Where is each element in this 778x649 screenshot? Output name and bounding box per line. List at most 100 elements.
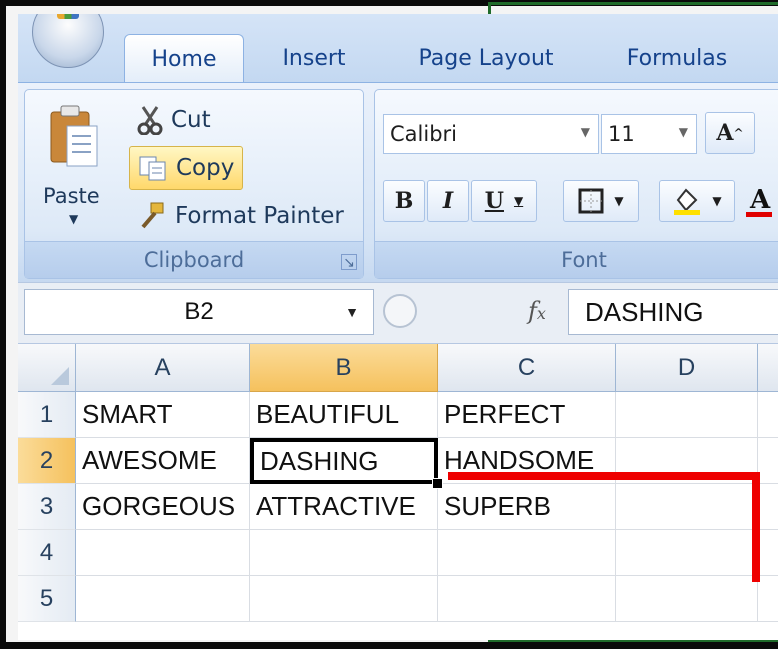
cell-e1[interactable]: [758, 392, 778, 438]
name-box-value: B2: [184, 298, 214, 325]
grow-font-button[interactable]: A ^: [705, 112, 755, 154]
copy-icon: [139, 156, 166, 181]
font-color-button[interactable]: A: [739, 180, 778, 222]
bold-button[interactable]: B: [383, 180, 425, 222]
cut-label: Cut: [171, 107, 211, 133]
tab-home[interactable]: Home: [124, 34, 244, 83]
cell-b3[interactable]: ATTRACTIVE: [250, 484, 438, 530]
paste-dropdown-icon[interactable]: ▼: [69, 212, 78, 226]
cell-b2[interactable]: DASHING: [250, 438, 438, 484]
cell-e3[interactable]: [758, 484, 778, 530]
clipboard-title-text: Clipboard: [143, 248, 245, 272]
borders-button[interactable]: ▼: [563, 180, 639, 222]
cell-a2[interactable]: AWESOME: [76, 438, 250, 484]
cell-e5[interactable]: [758, 576, 778, 622]
fill-color-button[interactable]: ▼: [659, 180, 735, 222]
clipboard-group: Paste ▼ Cut Copy Format Painter Clipboar…: [24, 89, 364, 279]
ribbon: Paste ▼ Cut Copy Format Painter Clipboar…: [18, 82, 778, 283]
font-size-value: 11: [608, 122, 635, 146]
copy-label: Copy: [176, 155, 235, 181]
paste-icon[interactable]: [47, 104, 99, 174]
row-header-4[interactable]: 4: [18, 530, 76, 576]
formula-splitter-icon[interactable]: [380, 291, 420, 331]
column-header-b-label: B: [335, 353, 352, 381]
tab-formulas[interactable]: Formulas: [602, 34, 752, 82]
office-button[interactable]: [32, 14, 104, 68]
column-header-a[interactable]: A: [76, 344, 250, 392]
font-size-dropdown-icon[interactable]: ▼: [679, 125, 688, 139]
column-header-d[interactable]: D: [616, 344, 758, 392]
row-header-3[interactable]: 3: [18, 484, 76, 530]
cell-e2[interactable]: [758, 438, 778, 484]
worksheet-grid: A B C D 1 SMART BEAUTIFUL PERFECT 2 AWESOME DA…: [18, 344, 778, 640]
column-header-d-label: D: [677, 353, 696, 381]
office-logo-icon: [57, 14, 79, 19]
cell-b5[interactable]: [250, 576, 438, 622]
clipboard-launcher-icon[interactable]: ↘: [341, 254, 357, 271]
borders-icon: [578, 188, 604, 214]
borders-dropdown-icon[interactable]: ▼: [614, 194, 623, 208]
format-painter-label: Format Painter: [175, 203, 344, 229]
cell-c1[interactable]: PERFECT: [438, 392, 616, 438]
cell-c5[interactable]: [438, 576, 616, 622]
cell-a5[interactable]: [76, 576, 250, 622]
select-all-corner[interactable]: [18, 344, 76, 392]
italic-button[interactable]: I: [427, 180, 469, 222]
select-all-icon: [51, 367, 69, 385]
formula-bar-controls: fx: [380, 289, 566, 335]
row-header-2[interactable]: 2: [18, 438, 76, 484]
cell-c4[interactable]: [438, 530, 616, 576]
underline-button[interactable]: U ▼: [471, 180, 537, 222]
font-group-title: Font: [375, 241, 778, 278]
formula-bar: B2 ▼ fx DASHING: [18, 282, 778, 344]
tab-insert[interactable]: Insert: [258, 34, 370, 82]
cell-b1[interactable]: BEAUTIFUL: [250, 392, 438, 438]
grow-font-icon: A: [716, 120, 734, 146]
column-header-b[interactable]: B: [250, 344, 438, 392]
formula-input[interactable]: DASHING: [568, 289, 778, 335]
font-name-dropdown-icon[interactable]: ▼: [581, 125, 590, 139]
formula-value: DASHING: [585, 296, 704, 327]
font-name-select[interactable]: Calibri ▼: [383, 114, 599, 154]
cell-d1[interactable]: [616, 392, 758, 438]
insert-function-icon[interactable]: fx: [528, 297, 546, 325]
cell-a3[interactable]: GORGEOUS: [76, 484, 250, 530]
bold-icon: B: [394, 188, 414, 214]
tab-insert-label: Insert: [282, 45, 346, 71]
column-header-c[interactable]: C: [438, 344, 616, 392]
name-box[interactable]: B2 ▼: [24, 289, 374, 335]
cut-button[interactable]: Cut: [137, 100, 211, 140]
annotation-line-vertical: [752, 472, 760, 582]
fill-color-icon: [674, 188, 701, 215]
row-header-1[interactable]: 1: [18, 392, 76, 438]
cell-b4[interactable]: [250, 530, 438, 576]
row-header-5[interactable]: 5: [18, 576, 76, 622]
annotation-line-horizontal: [448, 472, 758, 480]
cell-a4[interactable]: [76, 530, 250, 576]
excel-window: Home Insert Page Layout Formulas Paste ▼: [18, 14, 778, 640]
paste-button-label[interactable]: Paste: [43, 184, 100, 208]
cell-a1[interactable]: SMART: [76, 392, 250, 438]
name-box-dropdown-icon[interactable]: ▼: [345, 304, 359, 320]
fill-color-dropdown-icon[interactable]: ▼: [712, 194, 721, 208]
tab-page-layout[interactable]: Page Layout: [396, 34, 576, 82]
column-header-a-label: A: [154, 353, 171, 381]
fill-handle[interactable]: [432, 478, 443, 489]
grow-font-caret-icon: ^: [733, 126, 744, 140]
cell-c3[interactable]: SUPERB: [438, 484, 616, 530]
font-name-value: Calibri: [390, 122, 457, 146]
format-painter-button[interactable]: Format Painter: [137, 196, 344, 236]
column-header-e[interactable]: [758, 344, 778, 392]
font-title-text: Font: [561, 248, 607, 272]
format-painter-icon: [141, 202, 164, 229]
cell-d5[interactable]: [616, 576, 758, 622]
cell-e4[interactable]: [758, 530, 778, 576]
tab-home-label: Home: [151, 46, 217, 72]
tab-page-layout-label: Page Layout: [418, 45, 554, 71]
underline-dropdown-icon[interactable]: ▼: [514, 194, 523, 208]
cell-d3[interactable]: [616, 484, 758, 530]
copy-button[interactable]: Copy: [129, 146, 244, 190]
cell-d4[interactable]: [616, 530, 758, 576]
font-size-select[interactable]: 11 ▼: [601, 114, 697, 154]
font-group: Calibri ▼ 11 ▼ A ^ B I U ▼ ▼ ▼ A Font: [374, 89, 778, 279]
